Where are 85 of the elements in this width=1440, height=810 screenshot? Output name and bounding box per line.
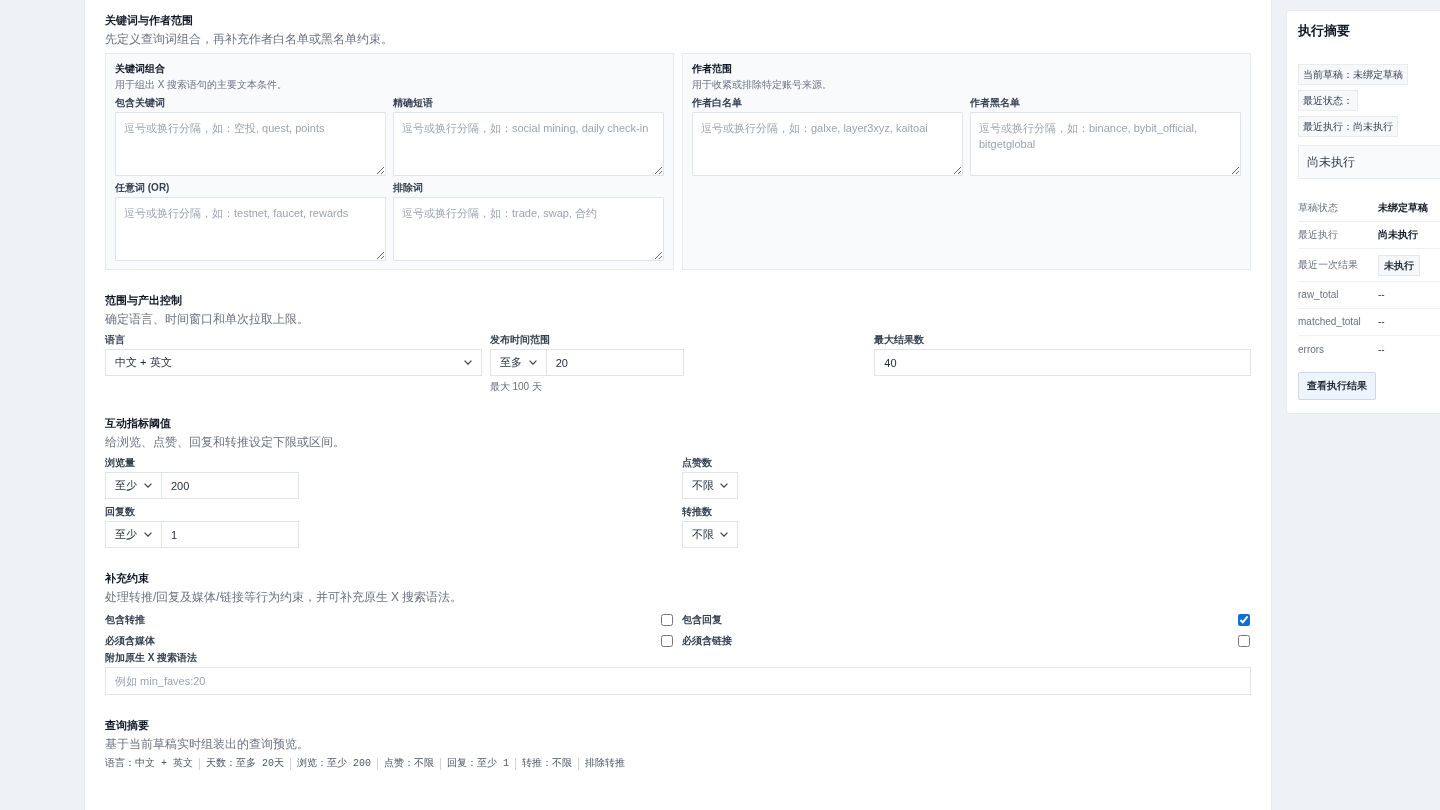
- field-label: 最大结果数: [874, 334, 926, 346]
- field-label: 排除词: [393, 182, 424, 194]
- section-description: 处理转推/回复及媒体/链接等行为约束，并可补充原生 X 搜索语法。: [105, 589, 464, 606]
- detail-value: --: [1378, 289, 1385, 301]
- checkbox[interactable]: [661, 634, 673, 647]
- checkbox[interactable]: [1238, 634, 1250, 647]
- detail-label: matched_total: [1298, 316, 1362, 328]
- detail-value: --: [1378, 316, 1385, 328]
- checkbox-label: 包含回复: [682, 613, 722, 626]
- panel-description: 用于组出 X 搜索语句的主要文本条件。: [115, 79, 289, 91]
- chevron-down-icon: [144, 483, 152, 488]
- chevron-down-icon: [720, 483, 728, 488]
- field-label: 转推数: [682, 506, 713, 518]
- summary-item: 点赞：不限: [377, 758, 441, 770]
- result-badge: 未执行: [1378, 254, 1420, 276]
- field-label: 浏览量: [105, 457, 136, 469]
- chevron-down-icon: [720, 532, 728, 537]
- field-label: 任意词 (OR): [115, 182, 171, 194]
- field-label: 作者黑名单: [970, 97, 1021, 109]
- status-chip: 最近状态：: [1298, 90, 1358, 111]
- summary-item: 转推：不限: [515, 758, 579, 770]
- section-heading: 范围与产出控制: [105, 293, 183, 308]
- number-input[interactable]: 1: [162, 521, 299, 548]
- checkbox-label: 必须含媒体: [105, 634, 155, 647]
- section-description: 给浏览、点赞、回复和转推设定下限或区间。: [105, 434, 346, 451]
- chevron-down-icon: [463, 360, 472, 365]
- dropdown-select[interactable]: 不限: [682, 521, 738, 548]
- section-heading: 查询摘要: [105, 718, 150, 733]
- field-label: 语言: [105, 334, 126, 346]
- checkbox-label: 必须含链接: [682, 634, 732, 647]
- text-area[interactable]: 逗号或换行分隔，如：binance, bybit_official, bitgetglobal: [970, 112, 1241, 176]
- field-hint: 最大 100 天: [489, 381, 543, 393]
- detail-value: --: [1378, 343, 1385, 356]
- text-area[interactable]: 逗号或换行分隔，如：trade, swap, 合约: [393, 197, 664, 261]
- section-heading: 关键词与作者范围: [105, 13, 194, 28]
- chevron-down-icon: [144, 532, 152, 537]
- text-area[interactable]: 逗号或换行分隔，如：social mining, daily check-in: [393, 112, 664, 176]
- detail-label: errors: [1298, 343, 1326, 356]
- summary-item: 回复：至少 1: [440, 758, 516, 770]
- operator-select[interactable]: 至少: [105, 472, 162, 499]
- section-heading: 补充约束: [105, 571, 150, 586]
- dropdown-select[interactable]: 中文 + 英文: [105, 349, 482, 376]
- panel-description: 用于收紧或排除特定账号来源。: [692, 79, 833, 91]
- panel-title: 关键词组合: [115, 63, 166, 75]
- detail-label: raw_total: [1298, 289, 1340, 301]
- field-label: 回复数: [105, 506, 136, 518]
- field-label: 附加原生 X 搜索语法: [105, 652, 199, 664]
- text-area[interactable]: 逗号或换行分隔，如：空投, quest, points: [115, 112, 386, 176]
- text-input[interactable]: 40: [874, 349, 1251, 376]
- detail-label: 草稿状态: [1298, 202, 1339, 214]
- number-input[interactable]: 200: [162, 472, 299, 499]
- operator-select[interactable]: 至少: [105, 521, 162, 548]
- status-message: 尚未执行: [1298, 145, 1440, 179]
- checkbox[interactable]: [661, 613, 673, 626]
- number-input[interactable]: 20: [546, 349, 684, 376]
- text-area[interactable]: 逗号或换行分隔，如：testnet, faucet, rewards: [115, 197, 386, 261]
- card-title: 执行摘要: [1298, 22, 1351, 40]
- detail-value: 尚未执行: [1378, 229, 1418, 241]
- detail-label: 最近执行: [1298, 229, 1339, 241]
- chevron-down-icon: [528, 360, 537, 365]
- detail-value: 未绑定草稿: [1378, 202, 1428, 214]
- field-label: 点赞数: [682, 457, 713, 469]
- text-input[interactable]: 例如 min_faves:20: [105, 667, 1251, 695]
- summary-item: 排除转推: [578, 758, 632, 770]
- text-area[interactable]: 逗号或换行分隔，如：galxe, layer3xyz, kaitoai: [692, 112, 963, 176]
- status-chip: 最近执行：尚未执行: [1298, 116, 1398, 137]
- section-description: 基于当前草稿实时组装出的查询预览。: [105, 736, 310, 753]
- status-chip: 当前草稿：未绑定草稿: [1298, 64, 1408, 85]
- panel-title: 作者范围: [692, 63, 733, 75]
- summary-item: 浏览：至少 200: [290, 758, 378, 770]
- field-label: 包含关键词: [115, 97, 166, 109]
- field-label: 发布时间范围: [489, 334, 551, 346]
- section-description: 确定语言、时间窗口和单次拉取上限。: [105, 311, 310, 328]
- field-label: 作者白名单: [692, 97, 743, 109]
- field-label: 精确短语: [393, 97, 434, 109]
- checkbox-label: 包含转推: [105, 613, 145, 626]
- summary-item: 天数：至多 20天: [199, 758, 291, 770]
- view-results-button[interactable]: 查看执行结果: [1298, 372, 1376, 400]
- operator-select[interactable]: 至多: [489, 349, 547, 376]
- detail-label: 最近一次结果: [1298, 259, 1359, 271]
- summary-item: 语言：中文 + 英文: [105, 758, 194, 770]
- checkbox[interactable]: [1238, 613, 1250, 626]
- section-description: 先定义查询词组合，再补充作者白名单或黑名单约束。: [105, 31, 394, 48]
- dropdown-select[interactable]: 不限: [682, 472, 738, 499]
- section-heading: 互动指标阈值: [105, 416, 172, 431]
